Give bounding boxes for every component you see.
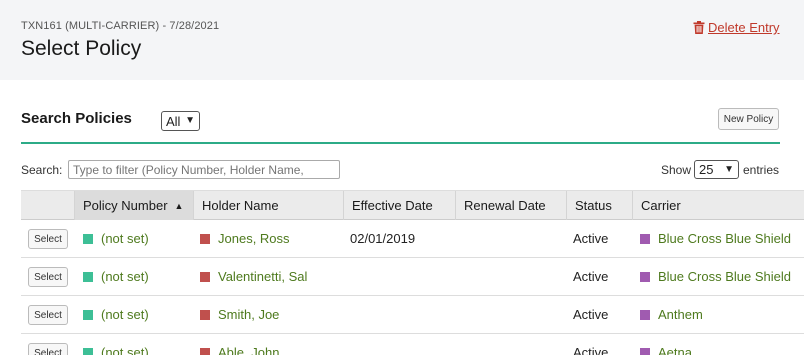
carrier-marker bbox=[640, 309, 650, 320]
status-cell: Active bbox=[573, 269, 609, 284]
carrier-cell[interactable]: Blue Cross Blue Shield bbox=[640, 269, 791, 284]
status-cell: Active bbox=[573, 231, 609, 246]
status-cell: Active bbox=[573, 345, 609, 355]
column-header-select bbox=[21, 191, 74, 220]
table-row: Select (not set) Jones, Ross 02/01/2019 … bbox=[21, 220, 804, 258]
select-policy-button[interactable]: Select bbox=[28, 267, 68, 287]
policy-marker bbox=[83, 309, 93, 320]
entries-per-page-value: 25 bbox=[699, 162, 714, 177]
status-cell: Active bbox=[573, 307, 609, 322]
select-policy-button[interactable]: Select bbox=[28, 343, 68, 355]
column-header-effective-date[interactable]: Effective Date bbox=[343, 191, 455, 220]
chevron-down-icon: ▼ bbox=[185, 115, 195, 126]
policy-filter-value: All bbox=[166, 113, 181, 129]
holder-marker bbox=[200, 309, 210, 320]
policy-number-cell[interactable]: (not set) bbox=[83, 345, 149, 355]
policy-marker bbox=[83, 271, 93, 282]
column-header-holder-name[interactable]: Holder Name bbox=[193, 191, 343, 220]
entries-label: entries bbox=[743, 163, 780, 177]
table-row: Select (not set) Valentinetti, Sal Activ… bbox=[21, 258, 804, 296]
holder-name-cell[interactable]: Valentinetti, Sal bbox=[200, 269, 307, 284]
holder-name-cell[interactable]: Jones, Ross bbox=[200, 231, 290, 246]
column-header-renewal-date[interactable]: Renewal Date bbox=[455, 191, 566, 220]
select-policy-button[interactable]: Select bbox=[28, 305, 68, 325]
column-header-status[interactable]: Status bbox=[566, 191, 632, 220]
delete-entry-link[interactable]: Delete Entry bbox=[693, 20, 780, 35]
holder-marker bbox=[200, 271, 210, 282]
search-label: Search: bbox=[21, 163, 63, 177]
holder-name-cell[interactable]: Smith, Joe bbox=[200, 307, 279, 322]
carrier-marker bbox=[640, 347, 650, 355]
policy-filter-select[interactable]: All ▼ bbox=[161, 111, 200, 131]
search-input[interactable] bbox=[68, 160, 340, 179]
policy-number-cell[interactable]: (not set) bbox=[83, 269, 149, 284]
trash-icon bbox=[693, 21, 705, 34]
policy-number-cell[interactable]: (not set) bbox=[83, 307, 149, 322]
effective-date-cell: 02/01/2019 bbox=[350, 231, 416, 246]
carrier-cell[interactable]: Blue Cross Blue Shield bbox=[640, 231, 791, 246]
table-row: Select (not set) Smith, Joe Active Anthe… bbox=[21, 296, 804, 334]
entries-per-page-select[interactable]: 25 ▼ bbox=[694, 160, 739, 179]
table-row: Select (not set) Able, John Active Aetna bbox=[21, 334, 804, 355]
transaction-subtitle: TXN161 (MULTI-CARRIER) - 7/28/2021 bbox=[21, 20, 220, 32]
policy-number-cell[interactable]: (not set) bbox=[83, 231, 149, 246]
chevron-down-icon: ▼ bbox=[724, 164, 734, 175]
page-title: Select Policy bbox=[21, 37, 142, 60]
carrier-marker bbox=[640, 233, 650, 244]
select-policy-button[interactable]: Select bbox=[28, 229, 68, 249]
carrier-cell[interactable]: Anthem bbox=[640, 307, 703, 322]
section-divider bbox=[21, 142, 780, 144]
policy-marker bbox=[83, 233, 93, 244]
policy-marker bbox=[83, 347, 93, 355]
new-policy-button[interactable]: New Policy bbox=[718, 108, 779, 130]
page-header: TXN161 (MULTI-CARRIER) - 7/28/2021 Selec… bbox=[0, 0, 804, 80]
delete-entry-label: Delete Entry bbox=[708, 20, 780, 35]
show-label: Show bbox=[661, 163, 692, 177]
search-policies-title: Search Policies bbox=[21, 110, 132, 127]
column-header-carrier[interactable]: Carrier bbox=[632, 191, 804, 220]
holder-marker bbox=[200, 233, 210, 244]
holder-name-cell[interactable]: Able, John bbox=[200, 345, 279, 355]
carrier-marker bbox=[640, 271, 650, 282]
carrier-cell[interactable]: Aetna bbox=[640, 345, 692, 355]
table-header: Policy Number ▲ Holder Name Effective Da… bbox=[21, 190, 804, 220]
sort-ascending-icon: ▲ bbox=[174, 200, 184, 211]
column-header-policy-number[interactable]: Policy Number ▲ bbox=[74, 191, 193, 220]
holder-marker bbox=[200, 347, 210, 355]
